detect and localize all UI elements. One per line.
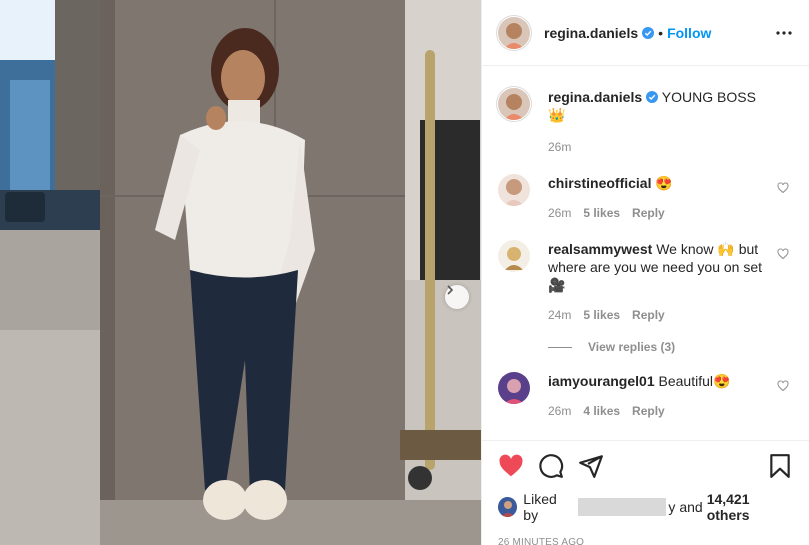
avatar[interactable] [498, 88, 530, 120]
comment-body: realsammywest We know 🙌 but where are yo… [548, 240, 773, 324]
more-options-icon[interactable] [775, 24, 793, 42]
comment-item: chirstineofficial 😍 26m 5 likes Reply [498, 174, 793, 222]
comment-username[interactable]: realsammywest [548, 241, 652, 257]
comment-username[interactable]: chirstineofficial [548, 175, 651, 191]
bookmark-icon[interactable] [767, 453, 793, 479]
post-side-panel: regina.daniels • Follow regina.daniels Y… [481, 0, 809, 545]
liker-avatar[interactable] [498, 497, 518, 517]
comment-item: iamyourangel01 Beautiful😍 26m 4 likes Re… [498, 372, 793, 420]
likes-and-label: and [679, 499, 703, 515]
comment-likes[interactable]: 4 likes [583, 402, 620, 420]
comment-meta: 24m 5 likes Reply [548, 306, 773, 324]
post-header: regina.daniels • Follow [482, 0, 809, 66]
avatar[interactable] [498, 16, 530, 49]
heart-icon[interactable] [777, 182, 789, 194]
heart-icon[interactable] [777, 380, 789, 392]
comment-time[interactable]: 24m [548, 306, 571, 324]
post-photo[interactable] [0, 0, 481, 545]
comment-time[interactable]: 26m [548, 204, 571, 222]
comment-text: 😍 [655, 175, 673, 191]
avatar[interactable] [498, 372, 530, 404]
reply-button[interactable]: Reply [632, 204, 665, 222]
photo-illustration [0, 0, 481, 545]
separator-dot: • [658, 24, 664, 41]
comment-likes[interactable]: 5 likes [583, 306, 620, 324]
next-photo-button[interactable] [445, 285, 469, 309]
post-timestamp[interactable]: 26 MINUTES AGO [498, 537, 793, 545]
comment-body: chirstineofficial 😍 26m 5 likes Reply [548, 174, 773, 222]
avatar-image [498, 372, 530, 404]
avatar[interactable] [498, 174, 530, 206]
view-replies-line [548, 346, 572, 348]
comment-body: iamyourangel01 Beautiful😍 26m 4 likes Re… [548, 372, 773, 420]
liked-by-suffix[interactable]: y [668, 499, 675, 515]
caption: regina.daniels YOUNG BOSS 👑 26m [498, 88, 793, 156]
heart-icon[interactable] [777, 248, 789, 260]
comment-time[interactable]: 26m [548, 402, 571, 420]
chevron-right-icon [447, 285, 454, 295]
avatar-image [498, 16, 530, 49]
avatar-image [498, 174, 530, 206]
avatar-image [498, 497, 518, 517]
action-icons [498, 441, 793, 491]
avatar[interactable] [498, 240, 530, 272]
caption-meta: 26m [548, 138, 773, 156]
post-actions: Liked by y and 14,421 others 26 MINUTES … [482, 440, 809, 545]
follow-button[interactable]: Follow [667, 25, 711, 41]
share-icon[interactable] [578, 453, 604, 479]
comment-likes[interactable]: 5 likes [583, 204, 620, 222]
caption-body: regina.daniels YOUNG BOSS 👑 26m [548, 88, 773, 156]
caption-time[interactable]: 26m [548, 138, 571, 156]
reply-button[interactable]: Reply [632, 306, 665, 324]
reply-button[interactable]: Reply [632, 402, 665, 420]
comment-username[interactable]: iamyourangel01 [548, 373, 655, 389]
avatar-image [498, 88, 530, 120]
avatar-image [498, 240, 530, 272]
view-replies-button[interactable]: View replies (3) [548, 340, 793, 354]
comment-icon[interactable] [538, 453, 564, 479]
verified-icon [646, 91, 659, 103]
redacted-username [577, 498, 667, 516]
like-heart-icon[interactable] [498, 453, 524, 479]
comment-meta: 26m 4 likes Reply [548, 402, 773, 420]
likes-summary: Liked by y and 14,421 others [498, 491, 793, 523]
comment-item: realsammywest We know 🙌 but where are yo… [498, 240, 793, 324]
comment-text: Beautiful😍 [658, 373, 731, 389]
likes-count[interactable]: 14,421 others [707, 491, 793, 523]
view-replies-label: View replies (3) [588, 340, 676, 354]
comments-list[interactable]: regina.daniels YOUNG BOSS 👑 26m chirstin… [482, 66, 809, 440]
comment-meta: 26m 5 likes Reply [548, 204, 773, 222]
liked-by-label: Liked by [523, 491, 557, 523]
verified-icon [642, 26, 655, 39]
caption-username[interactable]: regina.daniels [548, 89, 642, 105]
post-username[interactable]: regina.daniels [544, 25, 638, 41]
